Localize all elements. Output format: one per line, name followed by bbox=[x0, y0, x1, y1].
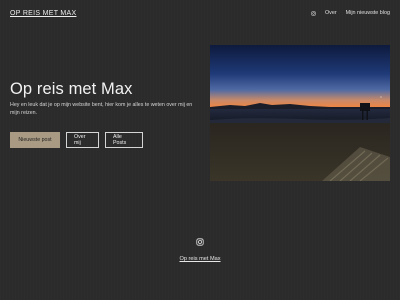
instagram-icon[interactable] bbox=[311, 10, 316, 16]
nav-item-over[interactable]: Over bbox=[325, 10, 337, 16]
site-title-link[interactable]: OP REIS MET MAX bbox=[10, 10, 76, 17]
site-header: OP REIS MET MAX Over Mijn nieuwste blog bbox=[0, 0, 400, 30]
nav-item-latest-blog[interactable]: Mijn nieuwste blog bbox=[346, 10, 390, 16]
main-nav: Over Mijn nieuwste blog bbox=[311, 10, 390, 16]
footer-instagram-icon[interactable] bbox=[196, 238, 204, 246]
about-me-button[interactable]: Over mij bbox=[66, 132, 99, 148]
footer-site-title-link[interactable]: Op reis met Max bbox=[0, 256, 400, 262]
hero-description: Hey en leuk dat je op mijn website bent,… bbox=[10, 102, 193, 116]
latest-post-button[interactable]: Nieuwste post bbox=[10, 132, 60, 148]
all-posts-button[interactable]: Alle Posts bbox=[105, 132, 143, 148]
hero-beach-sunset-image bbox=[210, 45, 390, 181]
hero-title: Op reis met Max bbox=[10, 80, 133, 98]
hero-button-row: Nieuwste post Over mij Alle Posts bbox=[10, 132, 143, 148]
